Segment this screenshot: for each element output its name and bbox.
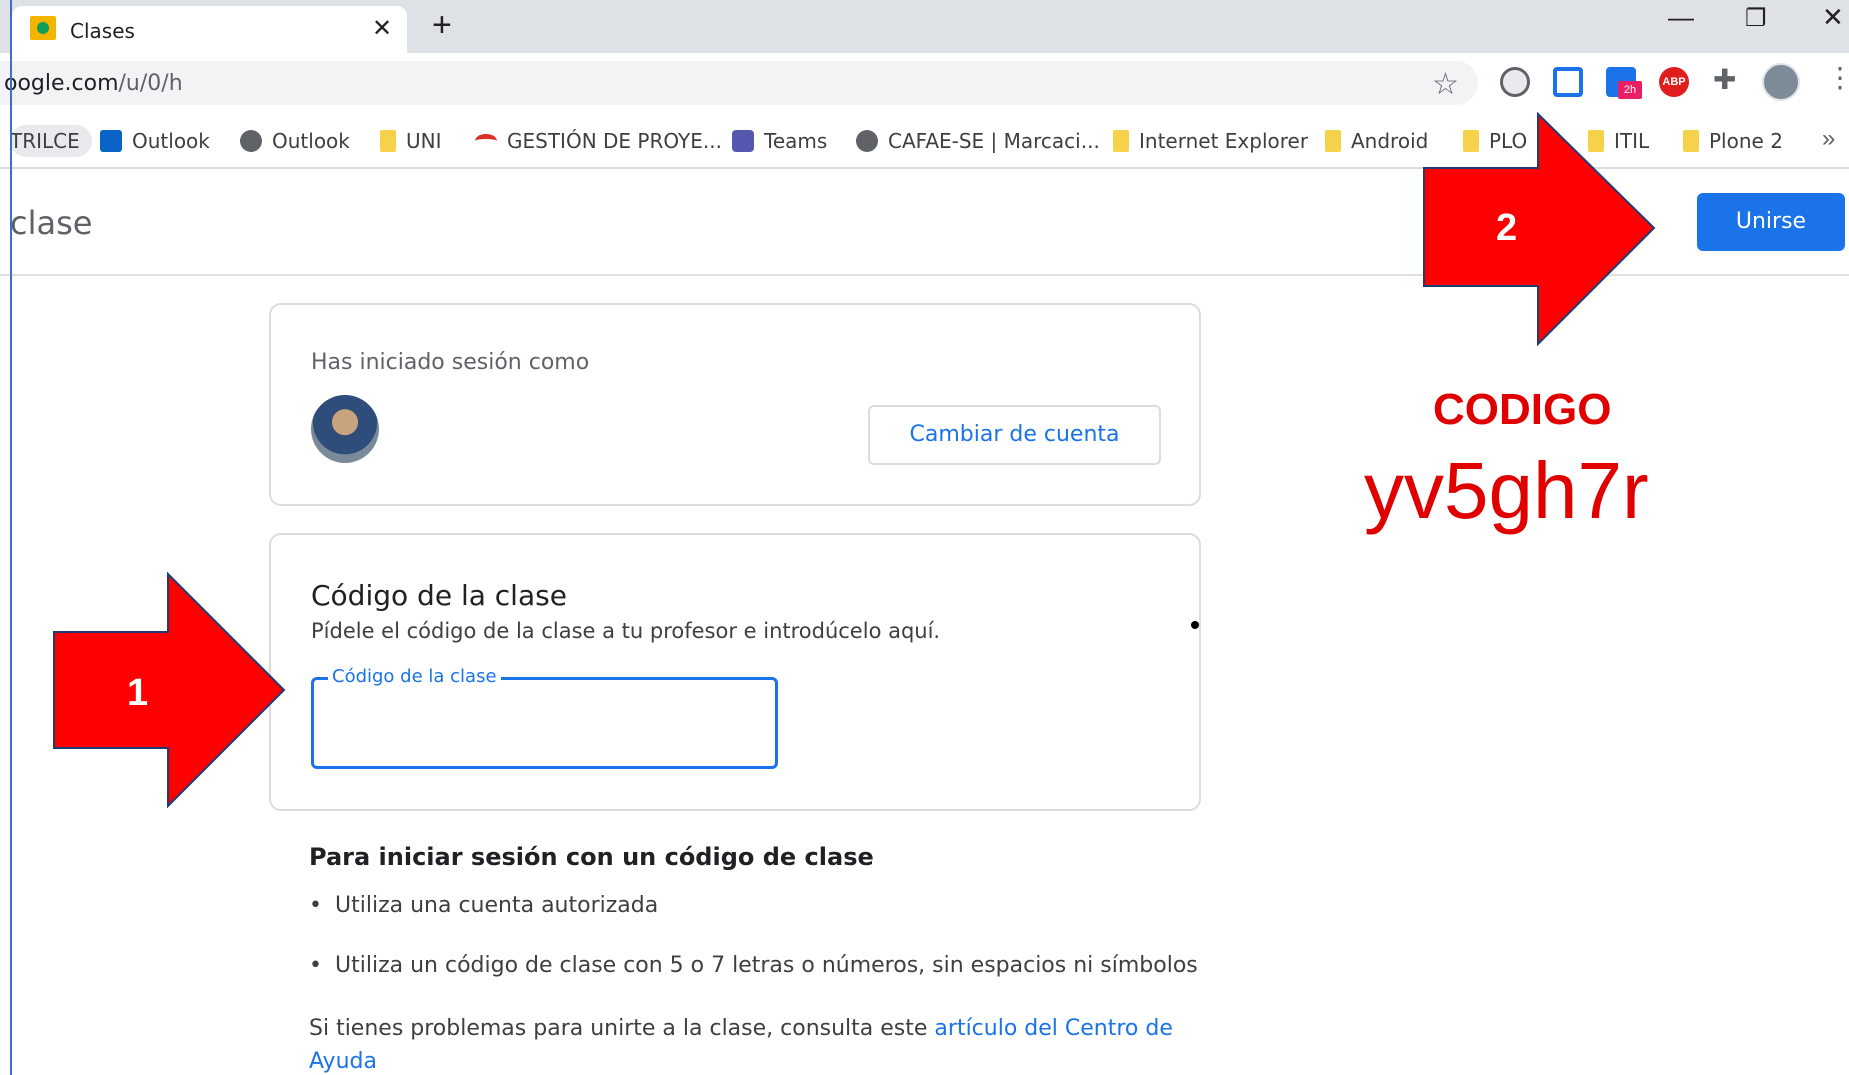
folder-icon: [1113, 130, 1129, 152]
account-card: Has iniciado sesión como Cambiar de cuen…: [269, 303, 1201, 506]
class-code-input[interactable]: Código de la clase: [311, 666, 778, 769]
globe-icon: [856, 130, 878, 152]
class-code-input-label: Código de la clase: [328, 666, 501, 687]
bookmark-label: Teams: [764, 129, 828, 153]
code-annotation-title: CODIGO: [1433, 385, 1612, 434]
bookmark-label: GESTIÓN DE PROYE...: [507, 129, 722, 153]
extension-chat-icon[interactable]: [1500, 67, 1530, 97]
classroom-icon: [30, 16, 56, 40]
bookmark-label: Outlook: [272, 129, 350, 153]
class-code-description: Pídele el código de la clase a tu profes…: [311, 619, 941, 643]
arrow-1-number: 1: [127, 672, 149, 714]
bookmark-outlook-2[interactable]: Outlook: [240, 125, 350, 157]
more-bookmarks-icon[interactable]: »: [1822, 125, 1835, 153]
window-close-icon[interactable]: ✕: [1822, 2, 1844, 33]
user-avatar: [311, 395, 379, 463]
extension-screen-icon[interactable]: [1553, 67, 1583, 97]
minimize-icon[interactable]: —: [1668, 2, 1694, 33]
browser-toolbar: oogle.com/u/0/h ☆ 2h ABP ✚ ⋮: [0, 53, 1849, 113]
bookmark-label: UNI: [406, 129, 442, 153]
instruction-bullet: Utiliza una cuenta autorizada: [309, 893, 658, 918]
menu-dots-icon[interactable]: ⋮: [1826, 61, 1849, 94]
arc-icon: [475, 134, 497, 148]
switch-account-button[interactable]: Cambiar de cuenta: [868, 405, 1161, 465]
instructions-heading: Para iniciar sesión con un código de cla…: [309, 843, 874, 871]
bookmark-label: Outlook: [132, 129, 210, 153]
folder-icon: [1325, 130, 1341, 152]
help-prefix: Si tienes problemas para unirte a la cla…: [309, 1016, 935, 1041]
bookmark-label: Plone 2: [1709, 129, 1783, 153]
tab-strip: Clases ✕ + — ❐ ✕: [0, 0, 1849, 53]
bookmark-uni[interactable]: UNI: [380, 125, 442, 157]
arrow-1-icon: [53, 572, 286, 808]
join-button[interactable]: Unirse: [1697, 193, 1845, 251]
url-text: oogle.com/u/0/h: [4, 71, 183, 96]
adblock-icon[interactable]: ABP: [1659, 67, 1689, 97]
bookmark-teams[interactable]: Teams: [732, 125, 827, 157]
tab-title: Clases: [70, 19, 135, 43]
browser-tab[interactable]: Clases ✕: [12, 6, 407, 53]
extension-calendar-icon[interactable]: 2h: [1606, 67, 1642, 99]
extension-badge: 2h: [1618, 81, 1642, 99]
puzzle-extensions-icon[interactable]: ✚: [1713, 63, 1747, 97]
new-tab-button[interactable]: +: [432, 6, 452, 45]
bookmark-gestion[interactable]: GESTIÓN DE PROYE...: [475, 125, 722, 157]
profile-avatar[interactable]: [1762, 63, 1800, 101]
instruction-bullet: Utiliza un código de clase con 5 o 7 let…: [309, 953, 1198, 978]
bookmark-outlook[interactable]: Outlook: [100, 125, 210, 157]
window-border: [10, 0, 12, 1075]
close-tab-icon[interactable]: ✕: [372, 14, 392, 43]
page-title: clase: [10, 204, 93, 242]
restore-icon[interactable]: ❐: [1745, 4, 1767, 33]
bookmark-trilce[interactable]: TRILCE: [10, 125, 92, 157]
bookmark-plone[interactable]: Plone 2: [1683, 125, 1783, 157]
arrow-2-number: 2: [1496, 207, 1518, 249]
signed-in-label: Has iniciado sesión como: [311, 350, 590, 375]
url-path: /u/0/h: [118, 71, 183, 96]
arrow-2-icon: [1423, 112, 1656, 346]
class-code-card: Código de la clase Pídele el código de l…: [269, 533, 1201, 811]
bookmark-label: Android: [1351, 129, 1429, 153]
teams-icon: [732, 130, 754, 152]
outlook-icon: [100, 130, 122, 152]
bookmark-label: TRILCE: [10, 129, 80, 153]
bookmark-cafae[interactable]: CAFAE-SE | Marcaci...: [856, 125, 1100, 157]
globe-icon: [240, 130, 262, 152]
bookmark-internet-explorer[interactable]: Internet Explorer: [1113, 125, 1308, 157]
stray-dot: [1191, 621, 1199, 629]
bookmark-label: Internet Explorer: [1139, 129, 1309, 153]
folder-icon: [380, 130, 396, 152]
bookmark-star-icon[interactable]: ☆: [1432, 67, 1459, 102]
url-host: oogle.com: [4, 71, 119, 96]
code-annotation-value: yv5gh7r: [1364, 446, 1649, 535]
help-text: Si tienes problemas para unirte a la cla…: [309, 1012, 1189, 1075]
folder-icon: [1683, 130, 1699, 152]
bookmark-android[interactable]: Android: [1325, 125, 1428, 157]
class-code-heading: Código de la clase: [311, 579, 567, 612]
address-bar[interactable]: oogle.com/u/0/h ☆: [0, 61, 1478, 105]
bookmark-label: CAFAE-SE | Marcaci...: [888, 129, 1100, 153]
